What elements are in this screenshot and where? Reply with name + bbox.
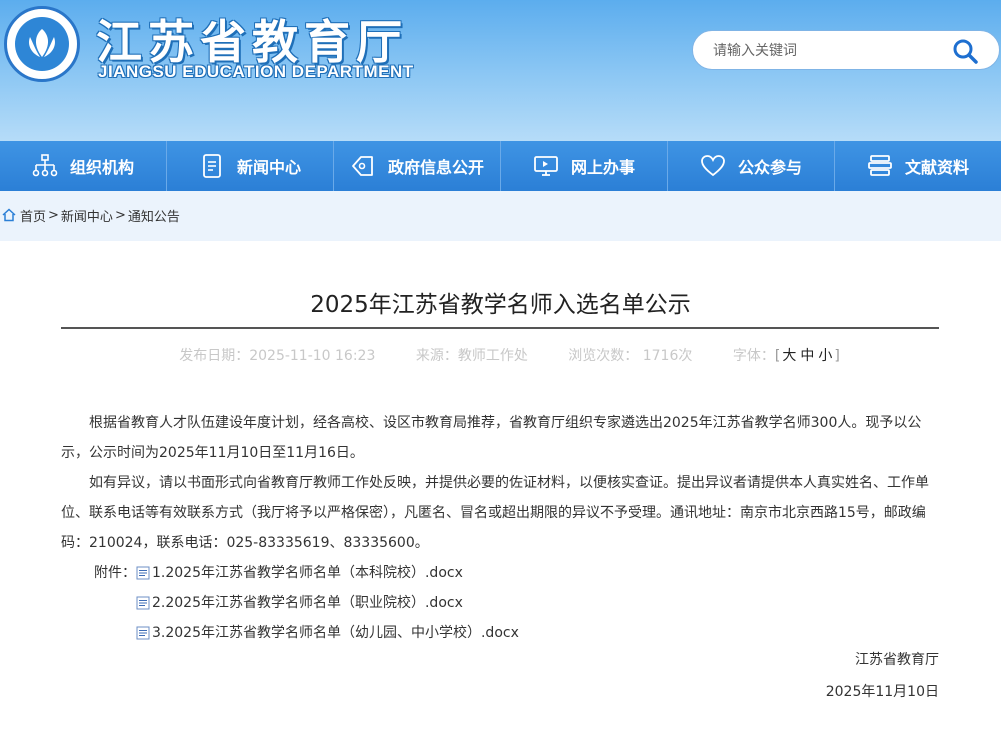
article-body: 根据省教育人才队伍建设年度计划，经各高校、设区市教育局推荐，省教育厅组织专家遴选… [61, 408, 939, 648]
sign-date: 2025年11月10日 [825, 684, 939, 700]
nav-item-news[interactable]: 新闻中心 [167, 141, 334, 191]
attachment-name: 1.2025年江苏省教学名师名单（本科院校）.docx [152, 565, 463, 581]
books-icon [868, 155, 892, 176]
site-subtitle: JIANGSU EDUCATION DEPARTMENT [98, 62, 414, 81]
font-size-label: 字体： [732, 348, 775, 364]
signature: 江苏省教育厅 [855, 652, 939, 668]
article-source: 来源：教师工作处 [415, 348, 528, 364]
paragraph: 如有异议，请以书面形式向省教育厅教师工作处反映，并提供必要的佐证材料，以便核实查… [61, 475, 929, 551]
nav-label: 组织机构 [69, 158, 134, 177]
search-box [692, 30, 1000, 70]
monitor-icon [534, 156, 558, 176]
breadcrumb: 首页 > 新闻中心 > 通知公告 [0, 200, 180, 230]
article-panel: 2025年江苏省教学名师入选名单公示 发布日期：2025-11-10 16:23… [0, 241, 1001, 732]
heart-icon [701, 155, 725, 177]
tag-icon [352, 156, 373, 176]
site-header: 江苏省教育厅 JIANGSU EDUCATION DEPARTMENT [0, 0, 1001, 141]
org-chart-icon [32, 154, 58, 177]
font-size-large-button[interactable]: 大 [782, 348, 796, 364]
site-logo[interactable] [4, 6, 80, 82]
nav-item-online-service[interactable]: 网上办事 [501, 141, 668, 191]
publish-date: 发布日期：2025-11-10 16:23 [179, 348, 376, 364]
nav-item-gov-info[interactable]: 政府信息公开 [334, 141, 501, 191]
attachment-link[interactable]: 1.2025年江苏省教学名师名单（本科院校）.docx [136, 558, 463, 588]
font-size-control: [大中小] [774, 348, 840, 364]
nav-label: 网上办事 [570, 158, 635, 177]
title-divider [61, 327, 939, 329]
attachment-row: 2.2025年江苏省教学名师名单（职业院校）.docx [61, 588, 939, 618]
nav-label: 文献资料 [904, 158, 969, 177]
main-nav: 组织机构 新闻中心 政府信息公开 网上办事 公众参与 文献资料 [0, 141, 1001, 191]
search-input[interactable] [711, 40, 945, 62]
nav-label: 政府信息公开 [387, 158, 484, 177]
breadcrumb-notice[interactable]: 通知公告 [128, 206, 180, 225]
attachment-label: 附件： [94, 565, 136, 581]
attachment-row: 附件： 1.2025年江苏省教学名师名单（本科院校）.docx [61, 558, 939, 588]
breadcrumb-separator: > [48, 207, 59, 223]
breadcrumb-news[interactable]: 新闻中心 [61, 206, 113, 225]
article-title: 2025年江苏省教学名师入选名单公示 [310, 292, 691, 318]
attachment-link[interactable]: 2.2025年江苏省教学名师名单（职业院校）.docx [136, 588, 463, 618]
nav-item-organization[interactable]: 组织机构 [0, 141, 167, 191]
document-icon [203, 154, 221, 178]
nav-label: 新闻中心 [236, 158, 301, 177]
search-icon [953, 39, 978, 64]
attachment-link[interactable]: 3.2025年江苏省教学名师名单（幼儿园、中小学校）.docx [136, 618, 519, 648]
nav-item-literature[interactable]: 文献资料 [835, 141, 1001, 191]
search-button[interactable] [951, 37, 979, 65]
attachment-name: 3.2025年江苏省教学名师名单（幼儿园、中小学校）.docx [152, 625, 519, 641]
breadcrumb-separator: > [114, 207, 126, 223]
font-size-medium-button[interactable]: 中 [800, 348, 814, 364]
attachment-name: 2.2025年江苏省教学名师名单（职业院校）.docx [152, 595, 463, 611]
word-doc-icon [136, 626, 150, 640]
view-count: 浏览次数： 1716次 [568, 348, 693, 364]
nav-label: 公众参与 [737, 158, 802, 177]
article-meta: 发布日期：2025-11-10 16:23 来源：教师工作处 浏览次数： 171… [0, 345, 1001, 365]
word-doc-icon [136, 566, 150, 580]
home-icon [2, 208, 16, 222]
paragraph: 根据省教育人才队伍建设年度计划，经各高校、设区市教育局推荐，省教育厅组织专家遴选… [61, 415, 922, 461]
attachment-row: 3.2025年江苏省教学名师名单（幼儿园、中小学校）.docx [61, 618, 939, 648]
font-size-small-button[interactable]: 小 [818, 348, 832, 364]
breadcrumb-home[interactable]: 首页 [20, 206, 46, 225]
nav-item-public-participation[interactable]: 公众参与 [668, 141, 835, 191]
word-doc-icon [136, 596, 150, 610]
logo-emblem-icon [15, 17, 69, 71]
